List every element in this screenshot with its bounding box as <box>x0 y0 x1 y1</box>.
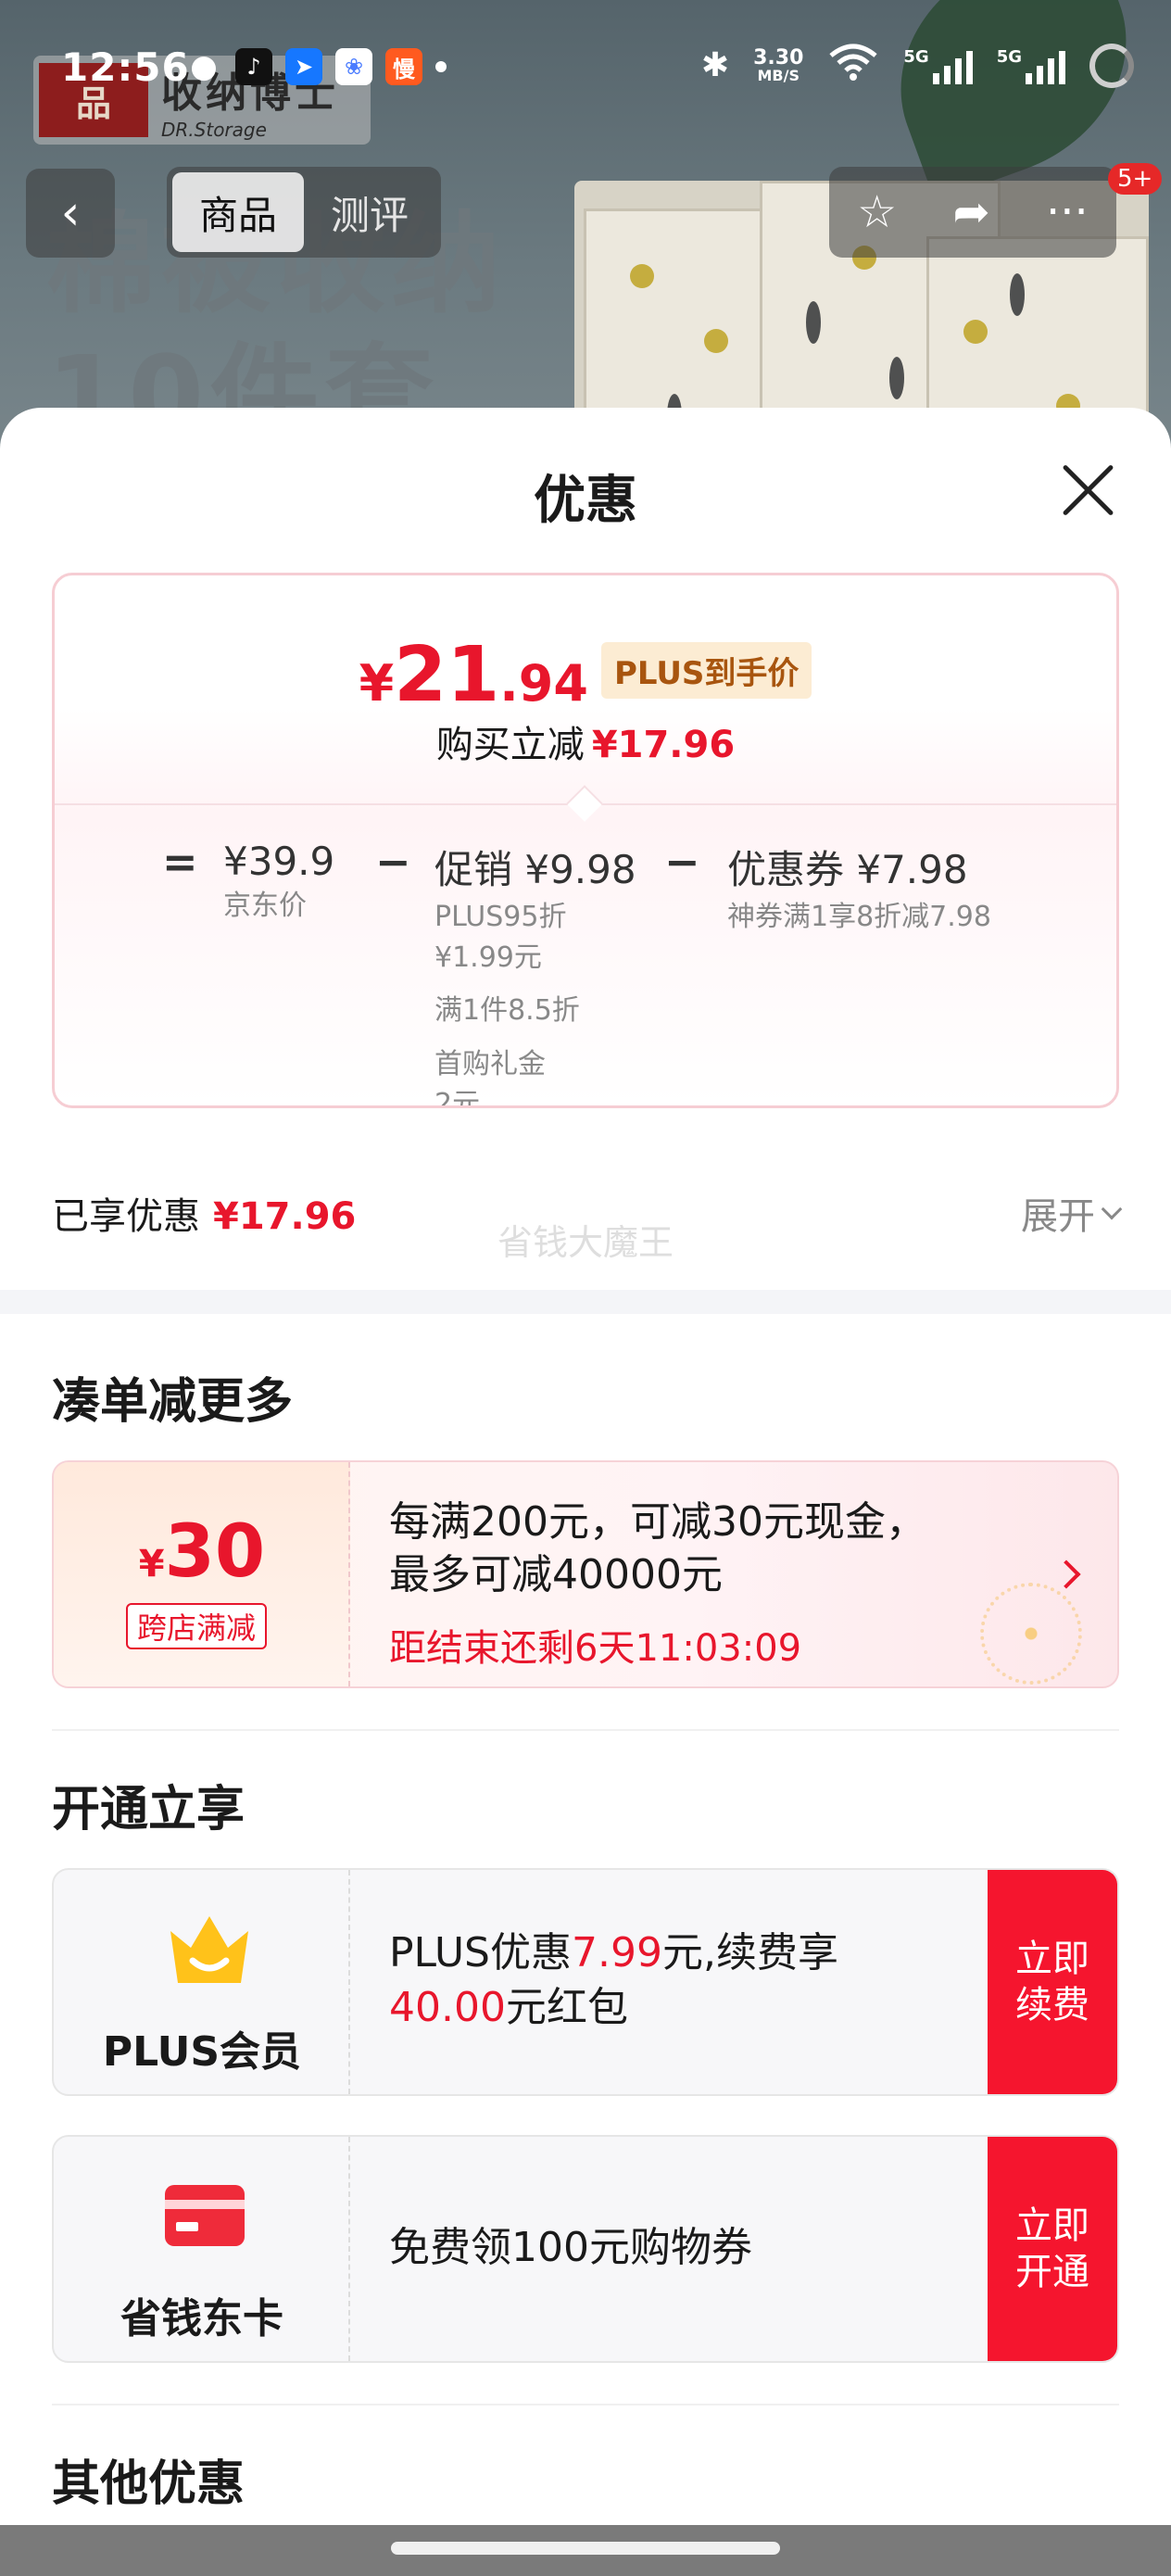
multicolor-app-icon: ❀ <box>335 48 372 85</box>
jd-price-column: ¥39.9 京东价 <box>223 839 334 927</box>
saving-card-offer-text: 免费领100元购物券 <box>389 2224 752 2271</box>
tiktok-icon: ♪ <box>235 48 272 85</box>
notification-icons: ● ♪ ➤ ❀ 慢 <box>185 48 447 85</box>
more-icon[interactable]: ··· <box>1046 186 1089 238</box>
plus-offer-text: PLUS优惠7.99元,续费享 40.00元红包 <box>389 1929 838 2032</box>
minus-operator: − <box>664 837 700 887</box>
bluetooth-icon: ✱ <box>700 46 730 84</box>
wifi-icon <box>827 43 879 88</box>
promo-countdown: 距结束还剩6天11:03:09 <box>389 1627 802 1670</box>
plus-membership-card: PLUS会员 PLUS优惠7.99元,续费享 40.00元红包 立即续费 <box>52 1868 1119 2096</box>
promotion-detail: 2元 <box>434 1088 481 1108</box>
promotion-detail: ¥1.99元 <box>434 941 542 974</box>
home-indicator[interactable] <box>391 2542 780 2555</box>
close-icon[interactable] <box>1056 456 1121 521</box>
discount-sheet: 优惠 ¥21.94 PLUS到手价 购买立减 ¥17.96 = ¥39.9 京东价… <box>0 408 1171 2525</box>
section-separator <box>0 1290 1171 1314</box>
coupon-detail: 神券满1享8折减7.98 <box>727 901 991 933</box>
signal-strength-1: 5G <box>903 47 973 84</box>
credit-card-icon <box>165 2185 245 2246</box>
chevron-left-icon: ‹ <box>60 185 81 241</box>
divider <box>52 2404 1119 2406</box>
minus-operator: − <box>375 837 411 887</box>
promotion-column: 促销 ¥9.98 PLUS95折 ¥1.99元 满1件8.5折 首购礼金 2元 <box>434 839 636 1108</box>
jd-price: ¥39.9 <box>223 839 335 884</box>
final-price: ¥21.94 <box>359 631 588 719</box>
status-time: 12:56 <box>61 44 190 90</box>
promotion-detail: PLUS95折 <box>434 901 567 933</box>
signal-strength-2: 5G <box>997 47 1065 84</box>
final-price-row: ¥21.94 PLUS到手价 <box>55 631 1116 719</box>
price-breakdown: = ¥39.9 京东价 − 促销 ¥9.98 PLUS95折 ¥1.99元 满1… <box>55 818 1116 1105</box>
promo-type-tag: 跨店满减 <box>126 1603 268 1649</box>
section-title-more: 凑单减更多 <box>52 1374 294 1430</box>
wechat-icon: ● <box>190 48 218 85</box>
saving-card-card: 省钱东卡 免费领100元购物券 立即开通 <box>52 2135 1119 2363</box>
slow-app-icon: 慢 <box>385 48 422 85</box>
tab-reviews[interactable]: 测评 <box>304 172 435 252</box>
section-title-other: 其他优惠 <box>52 2456 246 2512</box>
jd-price-label: 京东价 <box>223 890 307 922</box>
promo-amount: ¥30 <box>138 1510 266 1594</box>
product-tabs: 商品 测评 <box>167 167 441 258</box>
equals-operator: = <box>162 837 198 887</box>
coupon-total: 优惠券 ¥7.98 <box>727 847 968 892</box>
cross-store-promo-card[interactable]: ¥30 跨店满减 每满200元，可减30元现金， 最多可减40000元 距结束还… <box>52 1460 1119 1688</box>
battery-ring-icon <box>1089 43 1134 88</box>
plus-member-label: PLUS会员 <box>102 2028 302 2076</box>
coupon-column: 优惠券 ¥7.98 神券满1享8折减7.98 <box>727 839 991 938</box>
plus-price-tag: PLUS到手价 <box>600 642 812 699</box>
saving-card-label: 省钱东卡 <box>120 2295 283 2342</box>
promotion-total: 促销 ¥9.98 <box>434 847 636 892</box>
price-summary-card: ¥21.94 PLUS到手价 购买立减 ¥17.96 = ¥39.9 京东价 − … <box>52 573 1119 1108</box>
share-icon[interactable]: ➦ <box>953 186 990 238</box>
section-title-open: 开通立享 <box>52 1782 246 1837</box>
firework-decoration <box>980 1583 1082 1685</box>
sheet-title: 优惠 <box>534 471 637 531</box>
favorite-star-icon[interactable]: ☆ <box>857 186 897 238</box>
status-bar: 12:56 ● ♪ ➤ ❀ 慢 ✱ 3.30 MB/S 5G 5G <box>0 0 1171 130</box>
chevron-right-icon <box>1051 1559 1081 1589</box>
more-notifications-dot <box>435 61 447 72</box>
crown-icon <box>170 1916 248 1983</box>
instant-reduction: 购买立减 ¥17.96 <box>435 724 736 766</box>
gesture-navigation-bar <box>0 2525 1171 2576</box>
tab-product[interactable]: 商品 <box>172 172 304 252</box>
message-badge: 5+ <box>1108 163 1163 195</box>
top-actions: ☆ ➦ ··· <box>829 167 1116 258</box>
promo-description: 每满200元，可减30元现金， 最多可减40000元 <box>389 1498 926 1599</box>
feishu-icon: ➤ <box>285 48 322 85</box>
back-button[interactable]: ‹ <box>26 169 115 258</box>
activate-now-button[interactable]: 立即开通 <box>988 2137 1117 2361</box>
network-speed: 3.30 MB/S <box>753 45 804 84</box>
watermark: 省钱大魔王 <box>497 1222 674 1263</box>
renew-now-button[interactable]: 立即续费 <box>988 1870 1117 2094</box>
promotion-detail: 满1件8.5折 <box>434 994 580 1027</box>
promotion-detail: 首购礼金 <box>434 1047 546 1080</box>
divider <box>52 1729 1119 1731</box>
